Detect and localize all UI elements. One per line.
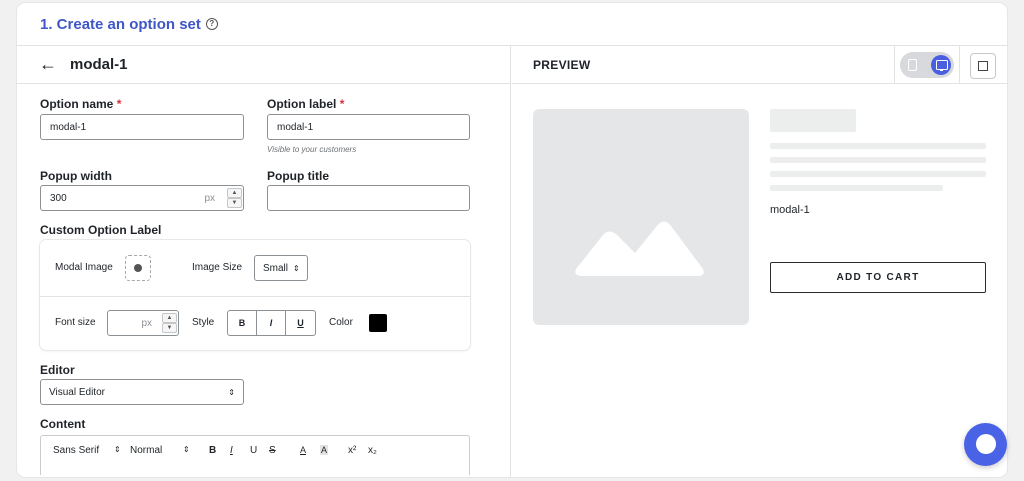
preview-header: PREVIEW [512,46,1007,84]
toolbar-underline-button[interactable]: U [250,445,257,456]
step-header: 1. Create an option set ? [17,3,1007,46]
preview-product-name: modal-1 [770,204,810,216]
mountain-image-icon [575,221,704,276]
font-size-label: Font size [55,317,96,328]
editor-header: ← modal-1 [17,46,510,84]
panel-divider [40,296,470,297]
desktop-icon[interactable] [931,55,951,75]
toolbar-strike-button[interactable]: S [269,445,276,456]
modal-image-label: Modal Image [55,262,113,273]
skeleton-line [770,157,986,163]
skeleton-line [770,143,986,149]
text-color-icon[interactable]: A [300,445,306,455]
option-label-label: Option label * [267,97,345,111]
help-icon[interactable]: ? [205,18,218,30]
popup-width-unit: px [204,193,215,204]
image-upload-icon [134,264,142,272]
option-name-label: Option name * [40,97,122,111]
color-swatch[interactable] [369,314,387,332]
font-family-select[interactable]: Sans Serif [53,445,99,456]
toolbar-bold-button[interactable]: B [209,445,216,456]
increment-icon[interactable]: ▲ [227,188,242,198]
font-size-select[interactable]: Normal [130,445,162,456]
popup-width-stepper[interactable]: ▲ ▼ [227,188,242,208]
option-label-input[interactable]: modal-1 [267,114,470,140]
toolbar-italic-button[interactable]: I [230,445,233,456]
option-label-hint: Visible to your customers [267,145,357,154]
style-button-group: B I U [227,310,316,336]
font-size-input[interactable]: px ▲ ▼ [107,310,179,336]
option-name-input[interactable]: modal-1 [40,114,244,140]
product-image-placeholder [533,109,749,325]
custom-option-label-heading: Custom Option Label [40,223,162,237]
popup-width-input[interactable]: 300 px ▲ ▼ [40,185,244,211]
step-title: 1. Create an option set [40,15,201,33]
color-label: Color [329,317,353,328]
select-arrows-icon: ⇕ [228,387,235,397]
italic-button[interactable]: I [257,311,286,335]
bold-button[interactable]: B [228,311,257,335]
decrement-icon[interactable]: ▼ [162,323,177,333]
fullscreen-button[interactable] [970,53,996,79]
background-color-icon[interactable]: A [320,445,329,455]
device-toggle[interactable] [900,52,954,78]
superscript-button[interactable]: x² [348,445,356,456]
editor-label: Editor [40,363,75,377]
font-size-unit: px [141,318,152,329]
subscript-button[interactable]: x₂ [368,445,377,456]
chat-bubble-icon[interactable] [964,423,1007,466]
image-size-label: Image Size [192,262,243,273]
preview-panel: PREVIEW modal-1 ADD TO CART [512,46,1007,477]
image-size-select[interactable]: Small ⇕ [254,255,308,281]
select-arrows-icon: ⇕ [183,445,190,454]
skeleton-line [770,171,986,177]
back-arrow-icon[interactable]: ← [39,54,57,75]
add-to-cart-button[interactable]: ADD TO CART [770,262,986,293]
editor-select[interactable]: Visual Editor ⇕ [40,379,244,405]
content-label: Content [40,417,86,431]
device-toggle-group [894,46,960,84]
decrement-icon[interactable]: ▼ [227,198,242,208]
popup-title-label: Popup title [267,169,329,183]
option-set-title: modal-1 [70,56,128,73]
skeleton-line [770,185,943,191]
popup-width-label: Popup width [40,169,112,183]
modal-image-upload[interactable] [125,255,151,281]
select-arrows-icon: ⇕ [293,263,300,273]
style-label: Style [192,317,215,328]
skeleton-title [770,109,856,132]
option-set-card: 1. Create an option set ? ← modal-1 Opti… [17,3,1007,477]
preview-label: PREVIEW [533,57,591,72]
editor-panel: ← modal-1 Option name * modal-1 Option l… [17,46,511,477]
custom-option-label-panel: Modal Image Image Size Small ⇕ Font size… [40,240,470,350]
rich-text-toolbar: Sans Serif ⇕ Normal ⇕ B I U S A A x² x₂ [40,435,470,475]
select-arrows-icon: ⇕ [114,445,121,454]
font-size-stepper[interactable]: ▲ ▼ [162,313,177,333]
popup-title-input[interactable] [267,185,470,211]
increment-icon[interactable]: ▲ [162,313,177,323]
mobile-icon[interactable] [908,59,917,71]
underline-button[interactable]: U [286,311,315,335]
